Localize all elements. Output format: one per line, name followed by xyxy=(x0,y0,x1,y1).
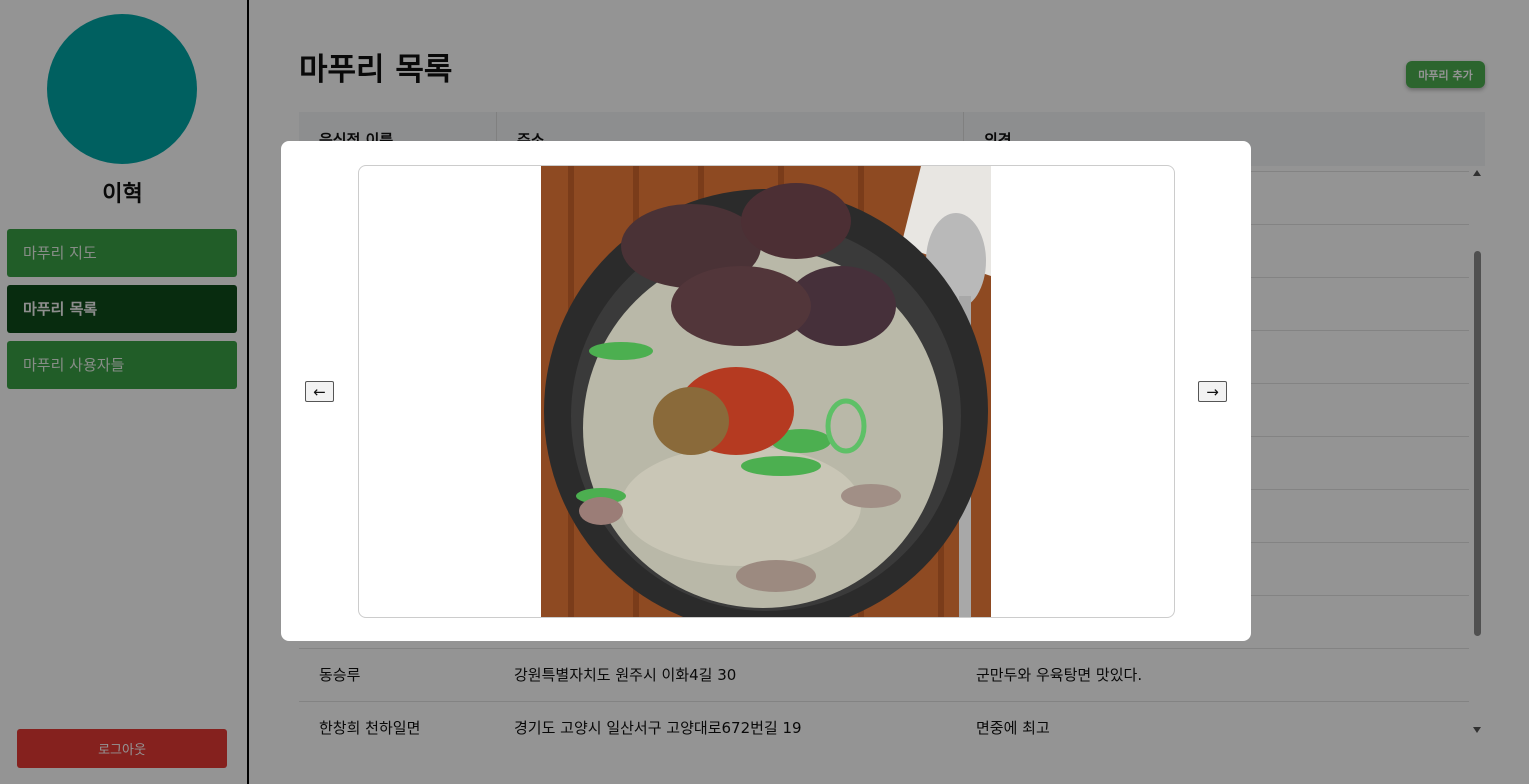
next-image-button[interactable]: → xyxy=(1198,381,1227,402)
image-frame xyxy=(358,165,1175,618)
image-viewer-modal: ← → xyxy=(281,141,1251,641)
prev-image-button[interactable]: ← xyxy=(305,381,334,402)
food-photo xyxy=(541,166,991,617)
